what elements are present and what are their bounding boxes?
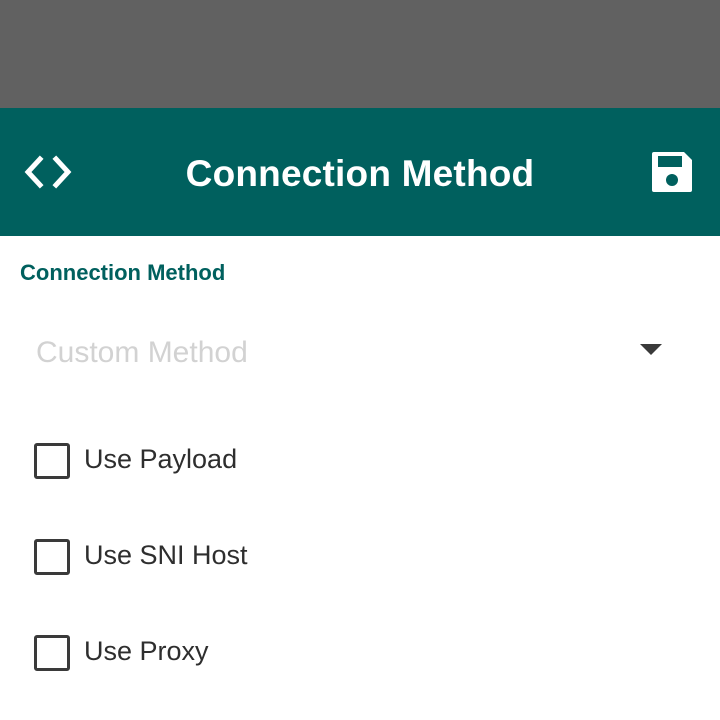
- use-proxy-checkbox[interactable]: [34, 635, 70, 671]
- code-toggle-button[interactable]: [10, 138, 86, 206]
- use-payload-checkbox[interactable]: [34, 443, 70, 479]
- spinner-value: Custom Method: [36, 336, 248, 369]
- use-sni-host-checkbox[interactable]: [34, 539, 70, 575]
- app-bar-title: Connection Method: [185, 153, 535, 194]
- connection-form: Connection Method Custom Method Use Payl…: [0, 236, 720, 720]
- use-sni-host-option[interactable]: Use SNI Host: [20, 522, 620, 592]
- use-payload-option[interactable]: Use Payload: [20, 426, 620, 496]
- code-brackets-icon: [24, 155, 72, 189]
- dropdown-triangle-icon: [640, 344, 662, 355]
- section-label: Connection Method: [20, 260, 226, 285]
- save-button[interactable]: [634, 138, 710, 206]
- app-bar: Connection Method: [0, 108, 720, 236]
- use-payload-label: Use Payload: [84, 444, 238, 474]
- status-bar-area: [0, 0, 720, 108]
- save-floppy-icon: [652, 152, 692, 192]
- connection-method-spinner[interactable]: Custom Method: [20, 318, 700, 388]
- use-proxy-option[interactable]: Use Proxy: [20, 618, 620, 688]
- use-sni-host-label: Use SNI Host: [84, 540, 248, 570]
- use-proxy-label: Use Proxy: [84, 636, 209, 666]
